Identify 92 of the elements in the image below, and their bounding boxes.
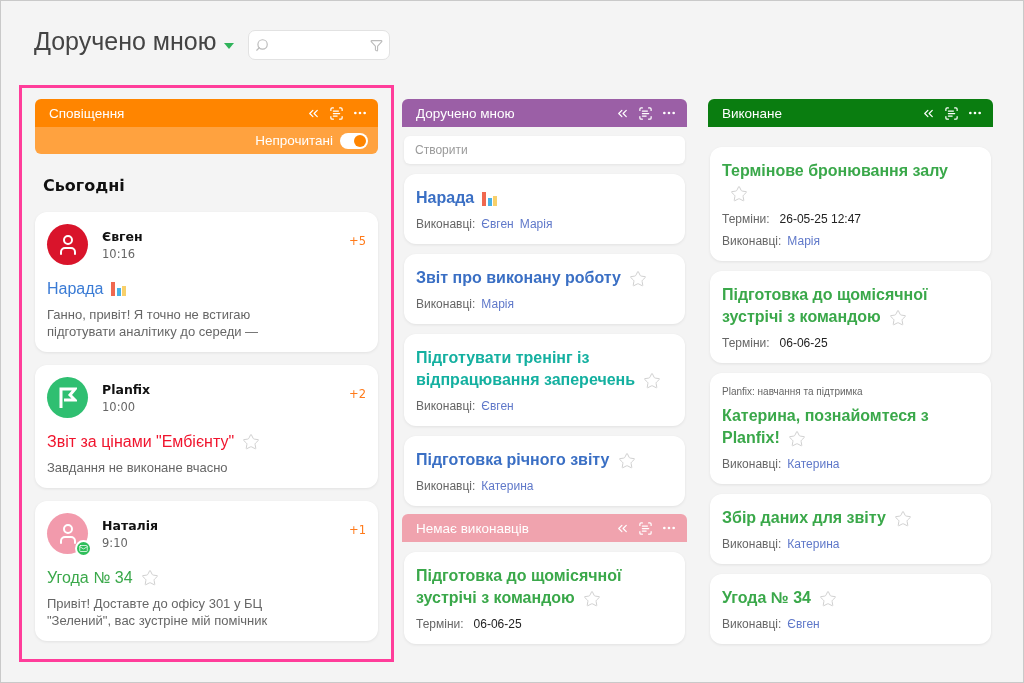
star-icon[interactable] <box>893 509 912 528</box>
assignee-link[interactable]: Євген <box>787 617 820 631</box>
notification-text: Привіт! Доставте до офісу 301 у БЦ "Зелений", вас зустріне мій помічник <box>47 595 269 629</box>
search-field[interactable] <box>248 30 391 60</box>
assignee-link[interactable]: Марія <box>519 217 553 231</box>
flag-icon <box>58 386 77 409</box>
dropdown-caret-icon[interactable] <box>224 43 235 49</box>
section-title: Сьогодні <box>43 176 126 195</box>
sender-name: Євген <box>102 229 144 244</box>
task-card[interactable]: Підготовка до щомісячної зустрічі з командою Терміни: 06-06-25 <box>404 552 685 644</box>
notification-card[interactable]: Planfix 10:00 +2 Звіт за цінами "Ембієнту" Завдання не виконане вчасно <box>35 365 378 488</box>
task-link[interactable]: Угода № 34 <box>47 569 133 587</box>
task-link[interactable]: Нарада <box>47 280 104 298</box>
star-icon[interactable] <box>730 184 748 203</box>
star-icon[interactable] <box>629 269 647 288</box>
star-icon[interactable] <box>787 429 806 448</box>
field-label: Терміни: <box>722 212 770 226</box>
column-header: Доручено мною <box>402 99 687 127</box>
unread-count: +1 <box>349 522 366 537</box>
scan-icon[interactable] <box>944 105 959 121</box>
field-label: Виконавці: <box>416 399 476 413</box>
assignee-link[interactable]: Євген <box>481 399 514 413</box>
unread-toggle[interactable] <box>340 132 368 149</box>
field-label: Виконавці: <box>416 217 476 231</box>
assignee-link[interactable]: Катерина <box>787 537 840 551</box>
assignee-link[interactable]: Марія <box>787 234 820 248</box>
field-label: Виконавці: <box>722 234 782 248</box>
unread-count: +2 <box>349 386 366 401</box>
bar-chart-icon <box>111 282 128 296</box>
task-title[interactable]: Підготувати тренінг із відпрацювання заперечень <box>416 347 667 391</box>
sender-name: Planfix <box>102 382 152 397</box>
notification-time: 10:16 <box>102 247 137 261</box>
field-label: Виконавці: <box>722 537 782 551</box>
star-icon[interactable] <box>643 371 662 390</box>
task-title[interactable]: Нарада <box>416 187 667 209</box>
notification-card[interactable]: Наталія 9:10 +1 Угода № 34 Привіт! Доставте до офісу 301 у БЦ "Зелений", вас зустріне мій помічник <box>35 501 378 641</box>
date-value: 06-06-25 <box>779 336 828 350</box>
task-title[interactable]: Підготовка річного звіту <box>416 449 667 471</box>
create-field[interactable]: Створити <box>404 136 685 164</box>
task-title[interactable]: Збір даних для звіту <box>722 507 973 529</box>
page-title: Доручено мною <box>34 27 217 56</box>
star-icon[interactable] <box>582 589 601 608</box>
task-title[interactable]: Термінове бронювання залу <box>722 160 973 204</box>
field-label: Виконавці: <box>722 617 782 631</box>
sender-name: Наталія <box>102 518 160 533</box>
unread-count: +5 <box>349 233 366 248</box>
task-title[interactable]: Катерина, познайомтеся з Planfix! <box>722 405 973 449</box>
task-card[interactable]: Підготовка до щомісячної зустрічі з командою Терміни: 06-06-25 <box>710 271 991 363</box>
column-header: Немає виконавців <box>402 514 687 542</box>
star-icon[interactable] <box>617 451 636 470</box>
task-card[interactable]: Звіт про виконану роботу Виконавці: Марія <box>404 254 685 324</box>
filter-bar: Непрочитані <box>35 127 378 154</box>
column-header: Сповіщення <box>35 99 378 127</box>
task-link[interactable]: Звіт за цінами "Ембієнту" <box>47 433 235 451</box>
task-title[interactable]: Звіт про виконану роботу <box>416 267 667 289</box>
field-label: Виконавці: <box>722 457 782 471</box>
scan-icon[interactable] <box>329 105 344 121</box>
date-value: 06-06-25 <box>473 617 522 631</box>
field-label: Виконавці: <box>416 479 476 493</box>
scan-icon[interactable] <box>638 105 653 121</box>
task-card[interactable]: Угода № 34 Виконавці: Євген <box>710 574 991 644</box>
task-title[interactable]: Підготовка до щомісячної зустрічі з командою <box>416 565 667 609</box>
date-value: 26-05-25 12:47 <box>779 212 861 226</box>
star-icon[interactable] <box>242 433 261 451</box>
field-label: Виконавці: <box>416 297 476 311</box>
search-icon <box>255 38 270 52</box>
assignee-link[interactable]: Катерина <box>481 479 534 493</box>
notification-card[interactable]: Євген 10:16 +5 Нарада Ганно, привіт! Я точно не встигаю підготувати аналітику до середи — <box>35 212 378 352</box>
notification-time: 10:00 <box>102 400 137 414</box>
task-card[interactable]: Planfix: навчання та підтримка Катерина, познайомтеся з Planfix! Виконавці: Катерина <box>710 373 991 484</box>
field-label: Терміни: <box>416 617 464 631</box>
notification-time: 9:10 <box>102 536 129 550</box>
task-card[interactable]: Нарада Виконавці: Євген Марія <box>404 174 685 244</box>
column-header: Виконане <box>708 99 993 127</box>
star-icon[interactable] <box>818 589 837 608</box>
task-title[interactable]: Угода № 34 <box>722 587 973 609</box>
star-icon[interactable] <box>888 308 907 327</box>
task-card[interactable]: Підготувати тренінг із відпрацювання заперечень Виконавці: Євген <box>404 334 685 426</box>
notification-text: Завдання не виконане вчасно <box>47 459 229 476</box>
task-card[interactable]: Збір даних для звіту Виконавці: Катерина <box>710 494 991 564</box>
task-card[interactable]: Термінове бронювання залу Терміни: 26-05-25 12:47 Виконавці: Марія <box>710 147 991 261</box>
star-icon[interactable] <box>140 569 159 587</box>
notification-text: Ганно, привіт! Я точно не встигаю підготувати аналітику до середи — <box>47 306 260 340</box>
assignee-link[interactable]: Катерина <box>787 457 840 471</box>
assignee-link[interactable]: Марія <box>481 297 514 311</box>
assignee-link[interactable]: Євген <box>481 217 514 231</box>
project-label: Planfix: навчання та підтримка <box>722 386 864 397</box>
field-label: Терміни: <box>722 336 770 350</box>
bar-chart-icon <box>482 191 499 206</box>
task-card[interactable]: Підготовка річного звіту Виконавці: Катерина <box>404 436 685 506</box>
filter-icon[interactable] <box>370 38 384 52</box>
task-title[interactable]: Підготовка до щомісячної зустрічі з командою <box>722 284 973 328</box>
